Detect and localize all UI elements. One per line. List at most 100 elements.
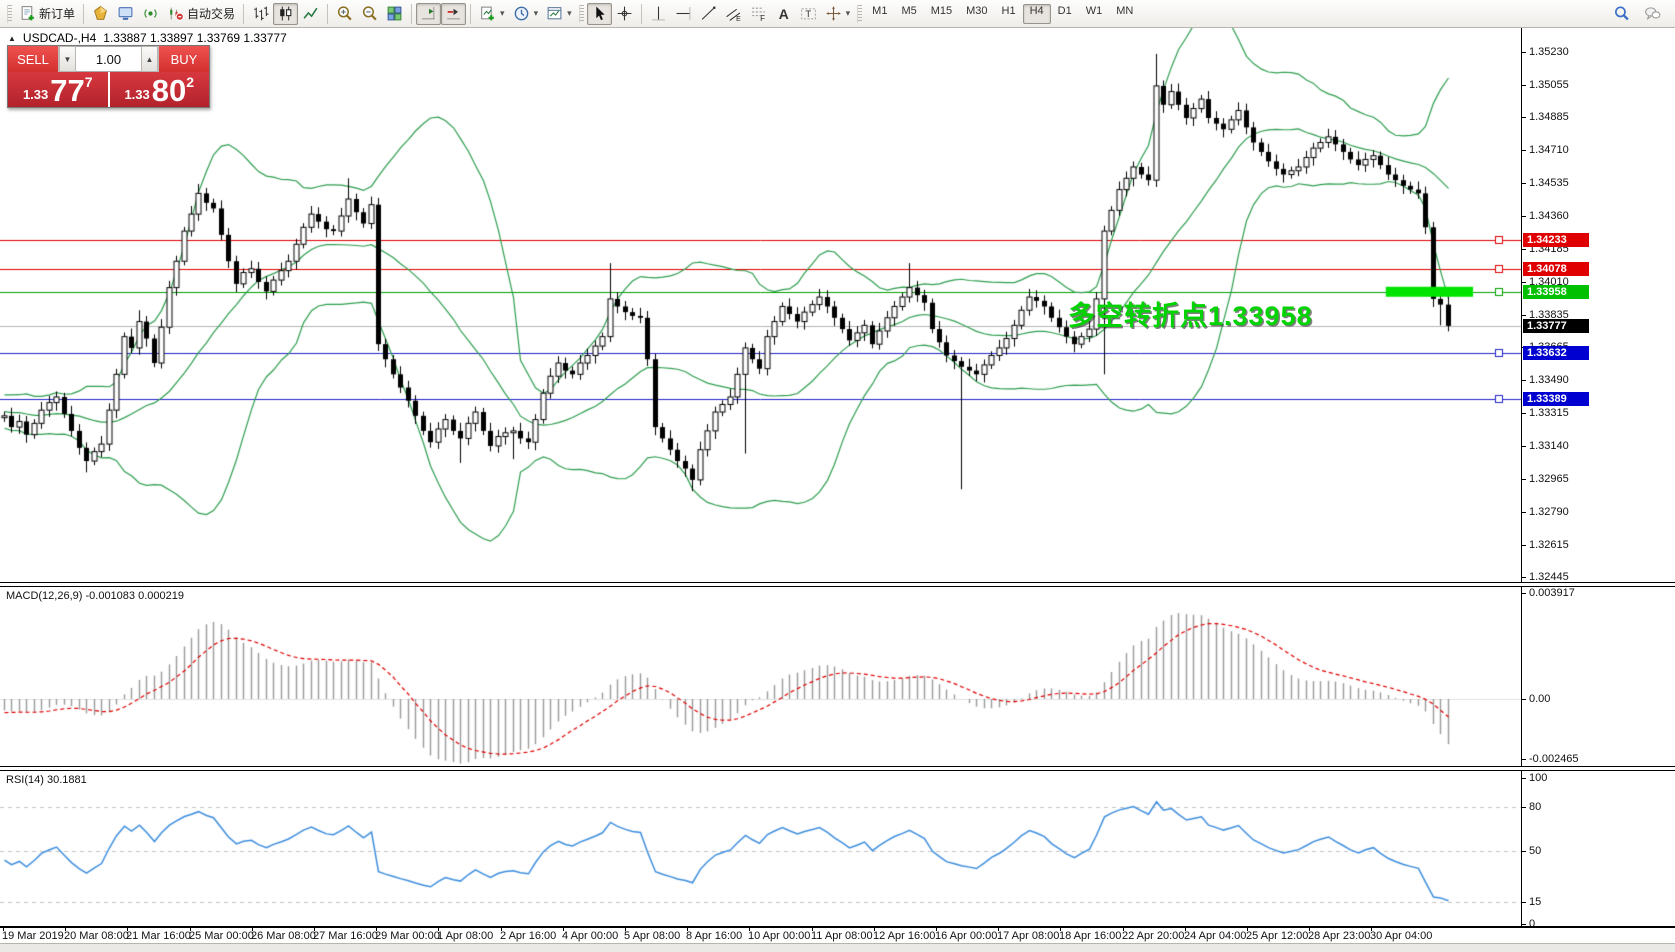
search-button[interactable] [1609, 3, 1634, 25]
terminal-button[interactable] [113, 3, 138, 25]
horizontal-line-tool-button[interactable] [671, 3, 696, 25]
chevron-down-icon[interactable]: ▾ [534, 8, 539, 19]
profiles-button[interactable]: ▾ [509, 3, 543, 25]
axis-tick-mark [1522, 778, 1526, 779]
buy-button[interactable]: BUY [159, 46, 209, 72]
toolbar-grip[interactable] [7, 5, 12, 23]
macd-name: MACD(12,26,9) [6, 590, 82, 602]
rsi-axis: 1008050150 [1521, 771, 1675, 926]
crosshair-tool-button[interactable] [612, 3, 637, 25]
date-tick-label: 10 Apr 00:00 [748, 930, 810, 942]
cursor-tool-button[interactable] [587, 3, 612, 25]
date-axis[interactable]: 19 Mar 201920 Mar 08:0021 Mar 16:0025 Ma… [0, 927, 1675, 943]
axis-tick-mark [1522, 924, 1526, 925]
chart-window-title: ▲ USDCAD-,H4 1.33887 1.33897 1.33769 1.3… [8, 31, 287, 45]
price-axis[interactable]: 1.352301.350551.348851.347101.345351.343… [1521, 28, 1675, 582]
price-level-badge: 1.33958 [1523, 285, 1589, 299]
macd-zero-label: 0.00 [1529, 693, 1550, 705]
chart-symbol-period: USDCAD-,H4 [23, 31, 96, 45]
text-tool-button[interactable]: A [771, 3, 796, 25]
chevron-down-icon[interactable]: ▾ [567, 8, 572, 19]
timeframe-d1-button[interactable]: D1 [1051, 4, 1079, 24]
axis-tick-mark [1522, 446, 1526, 447]
candle-chart-mode-button[interactable] [273, 3, 298, 25]
signal-icon [142, 5, 159, 22]
price-tick-label: 1.34535 [1529, 177, 1569, 189]
one-click-trading-panel: SELL ▼ 1.00 ▲ BUY 1.33 77 7 1.33 80 2 [7, 45, 210, 108]
timeframe-m30-button[interactable]: M30 [959, 4, 994, 24]
timeframe-w1-button[interactable]: W1 [1079, 4, 1110, 24]
axis-tick-mark [1522, 413, 1526, 414]
timeframe-m1-button[interactable]: M1 [865, 4, 894, 24]
rsi-value: 30.1881 [47, 774, 87, 786]
price-tick-label: 1.34885 [1529, 111, 1569, 123]
svg-text:T: T [805, 9, 811, 20]
rsi-level-label: 15 [1529, 896, 1541, 908]
toolbar-grip[interactable] [857, 5, 862, 23]
tile-windows-button[interactable] [382, 3, 407, 25]
fibonacci-tool-button[interactable]: F [746, 3, 771, 25]
sell-price[interactable]: 1.33 77 7 [8, 72, 108, 107]
mql-community-button[interactable] [88, 3, 113, 25]
templates-button[interactable]: ▾ [542, 3, 576, 25]
trendline-tool-button[interactable] [696, 3, 721, 25]
buy-price[interactable]: 1.33 80 2 [110, 72, 210, 107]
new-order-button[interactable]: 新订单 [15, 3, 79, 25]
auto-trading-button[interactable]: 自动交易 [163, 3, 239, 25]
rsi-panel: 1008050150 RSI(14) 30.1881 [0, 770, 1675, 927]
line-chart-mode-button[interactable] [298, 3, 323, 25]
volume-input[interactable]: 1.00 [76, 46, 141, 72]
date-tick-label: 29 Mar 00:00 [375, 930, 440, 942]
price-tick-label: 1.33315 [1529, 407, 1569, 419]
chevron-down-icon[interactable]: ▾ [846, 8, 851, 19]
new-chart-button[interactable]: ▾ [475, 3, 509, 25]
sell-button[interactable]: SELL [8, 46, 58, 72]
timeframe-m5-button[interactable]: M5 [894, 4, 923, 24]
date-tick-label: 22 Apr 20:00 [1122, 930, 1184, 942]
chart-shift-button[interactable] [416, 3, 441, 25]
price-tick-label: 1.34710 [1529, 144, 1569, 156]
text-label-tool-button[interactable]: T [796, 3, 821, 25]
price-tick-label: 1.33140 [1529, 440, 1569, 452]
collapse-one-click-icon[interactable]: ▲ [8, 34, 16, 43]
chart-ohlc-values: 1.33887 1.33897 1.33769 1.33777 [103, 31, 287, 45]
price-tick-label: 1.32445 [1529, 571, 1569, 583]
date-tick-label: 24 Apr 04:00 [1184, 930, 1246, 942]
macd-chart-canvas[interactable] [0, 587, 1521, 766]
terminal-icon [117, 5, 134, 22]
toolbar-separator [641, 4, 642, 24]
chart-annotation-text[interactable]: 多空转折点1.33958 [1068, 294, 1313, 333]
zoom-in-button[interactable] [332, 3, 357, 25]
timeframe-h4-button[interactable]: H4 [1023, 4, 1051, 24]
timeframe-mn-button[interactable]: MN [1109, 4, 1140, 24]
axis-tick-mark [1522, 545, 1526, 546]
price-tick-label: 1.33490 [1529, 374, 1569, 386]
crosshair-icon [616, 5, 633, 22]
chevron-down-icon[interactable]: ▾ [500, 8, 505, 19]
buy-price-big: 80 [152, 78, 186, 104]
zoom-out-button[interactable] [357, 3, 382, 25]
timeframe-h1-button[interactable]: H1 [995, 4, 1023, 24]
arrows-tool-button[interactable]: ▾ [821, 3, 855, 25]
toolbar-separator [83, 4, 84, 24]
rsi-chart-canvas[interactable] [0, 771, 1521, 926]
timeframe-m15-button[interactable]: M15 [924, 4, 959, 24]
trendline-icon [700, 5, 717, 22]
signals-button[interactable] [138, 3, 163, 25]
date-tick-label: 8 Apr 16:00 [686, 930, 742, 942]
community-chat-button[interactable] [1640, 3, 1665, 25]
axis-tick-mark [1522, 512, 1526, 513]
chart-autoscroll-icon [445, 5, 462, 22]
axis-tick-mark [1522, 85, 1526, 86]
vertical-line-tool-button[interactable] [646, 3, 671, 25]
chart-autoscroll-button[interactable] [441, 3, 466, 25]
bar-chart-mode-button[interactable] [248, 3, 273, 25]
date-tick-label: 25 Mar 00:00 [189, 930, 254, 942]
toolbar-grip[interactable] [579, 5, 584, 23]
price-tick-label: 1.34360 [1529, 210, 1569, 222]
date-tick-label: 11 Apr 08:00 [811, 930, 873, 942]
date-tick-label: 28 Apr 23:00 [1308, 930, 1370, 942]
volume-increase-button[interactable]: ▲ [141, 46, 158, 72]
volume-decrease-button[interactable]: ▼ [59, 46, 76, 72]
equidistant-channel-tool-button[interactable]: E [721, 3, 746, 25]
